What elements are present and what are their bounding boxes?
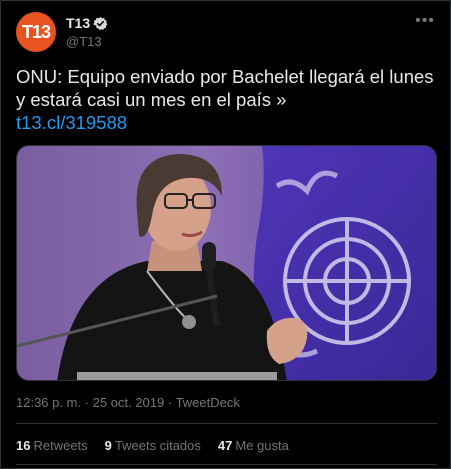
divider bbox=[16, 464, 437, 465]
tweet-stats: 16 Retweets 9 Tweets citados 47 Me gusta bbox=[16, 438, 289, 453]
display-name[interactable]: T13 bbox=[66, 15, 90, 31]
author-names: T13 @T13 bbox=[66, 14, 108, 49]
display-name-row: T13 bbox=[66, 14, 108, 32]
retweets-count: 16 bbox=[16, 438, 31, 453]
verified-badge-icon bbox=[93, 16, 108, 31]
quotes-count: 9 bbox=[104, 438, 112, 453]
likes-label: Me gusta bbox=[235, 438, 289, 453]
quotes-stat[interactable]: 9 Tweets citados bbox=[105, 438, 201, 453]
tweet-body: ONU: Equipo enviado por Bachelet llegará… bbox=[16, 66, 434, 110]
meta-separator: · bbox=[167, 395, 173, 410]
retweets-label: Retweets bbox=[33, 438, 88, 453]
tweet-time[interactable]: 12:36 p. m. bbox=[16, 395, 81, 410]
tweet-date[interactable]: 25 oct. 2019 bbox=[93, 395, 165, 410]
tweet-text: ONU: Equipo enviado por Bachelet llegará… bbox=[16, 65, 437, 134]
avatar-logo-text: T13 bbox=[21, 21, 51, 42]
retweets-stat[interactable]: 16 Retweets bbox=[16, 438, 88, 453]
tweet-header: T13 T13 @T13 ••• bbox=[16, 12, 437, 52]
handle[interactable]: @T13 bbox=[66, 34, 108, 49]
likes-count: 47 bbox=[217, 438, 233, 453]
tweet-meta: 12:36 p. m. · 25 oct. 2019 · TweetDeck bbox=[16, 395, 240, 410]
avatar[interactable]: T13 bbox=[16, 12, 56, 52]
likes-stat[interactable]: 47 Me gusta bbox=[218, 438, 289, 453]
tweet-photo[interactable] bbox=[16, 145, 437, 381]
divider bbox=[16, 423, 437, 424]
tweet-source[interactable]: TweetDeck bbox=[176, 395, 240, 410]
tweet-link[interactable]: t13.cl/319588 bbox=[16, 112, 127, 133]
more-options-icon[interactable]: ••• bbox=[413, 12, 437, 32]
meta-separator: · bbox=[84, 395, 90, 410]
quotes-label: Tweets citados bbox=[114, 438, 201, 453]
news-photo bbox=[17, 146, 436, 380]
tweet-card: T13 T13 @T13 ••• ONU: Equipo enviado por… bbox=[0, 0, 451, 469]
